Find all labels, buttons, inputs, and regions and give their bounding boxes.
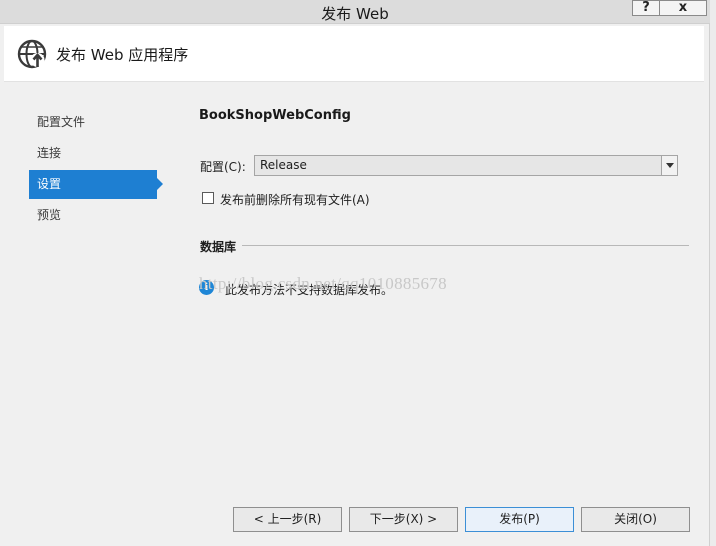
watermark: http://blog.csdn.net/qq1010885678 — [199, 274, 447, 293]
dialog-header: 发布 Web 应用程序 — [4, 26, 704, 82]
help-button[interactable]: ? — [632, 0, 660, 16]
configuration-dropdown[interactable]: Release — [254, 155, 678, 176]
profile-name: BookShopWebConfig — [199, 108, 351, 123]
publish-web-dialog: 发布 Web ? x 发布 Web 应用程序 配置文件 连接 设置 预览 Boo… — [0, 0, 710, 546]
database-section-title: 数据库 — [200, 240, 237, 254]
title-bar[interactable]: 发布 Web ? x — [0, 0, 710, 24]
nav-item-preview[interactable]: 预览 — [29, 201, 169, 230]
section-divider — [242, 245, 689, 246]
window-title: 发布 Web — [321, 5, 389, 23]
nav-item-connection[interactable]: 连接 — [29, 139, 169, 168]
chevron-down-icon[interactable] — [661, 156, 677, 175]
globe-publish-icon — [17, 39, 47, 69]
next-button[interactable]: 下一步(X) > — [349, 507, 458, 532]
previous-button[interactable]: < 上一步(R) — [233, 507, 342, 532]
close-button[interactable]: 关闭(O) — [581, 507, 690, 532]
delete-existing-files-checkbox[interactable] — [202, 192, 214, 204]
nav-item-profile[interactable]: 配置文件 — [29, 108, 169, 137]
close-window-button[interactable]: x — [659, 0, 707, 16]
header-title: 发布 Web 应用程序 — [56, 46, 189, 64]
publish-button[interactable]: 发布(P) — [465, 507, 574, 532]
background-strip — [710, 0, 716, 546]
configuration-value: Release — [260, 158, 307, 172]
nav-item-settings[interactable]: 设置 — [29, 170, 163, 199]
wizard-nav: 配置文件 连接 设置 预览 — [29, 108, 169, 232]
delete-existing-files-label[interactable]: 发布前删除所有现有文件(A) — [220, 191, 370, 208]
configuration-label: 配置(C): — [200, 160, 246, 174]
